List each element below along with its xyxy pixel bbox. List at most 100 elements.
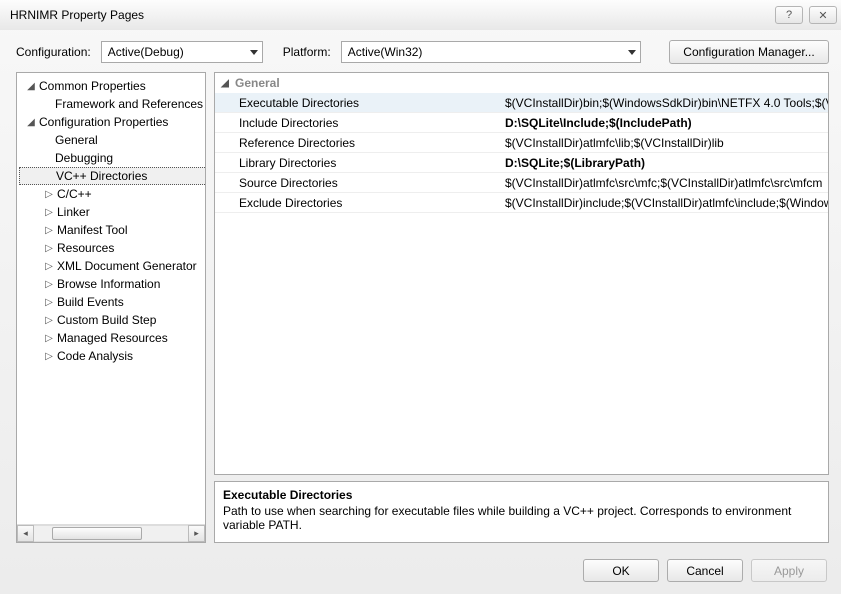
grid-row[interactable]: Reference Directories$(VCInstallDir)atlm… — [215, 133, 828, 153]
ok-label: OK — [612, 564, 629, 578]
expand-icon: ▷ — [43, 351, 55, 362]
tree-panel[interactable]: ◢Common Properties Framework and Referen… — [16, 72, 206, 543]
tree-ccpp[interactable]: ▷C/C++ — [19, 185, 206, 203]
grid-group-general[interactable]: ◢ General — [215, 73, 828, 93]
grid-row[interactable]: Source Directories$(VCInstallDir)atlmfc\… — [215, 173, 828, 193]
titlebar: HRNIMR Property Pages ? ✕ — [0, 0, 841, 30]
property-pages-window: HRNIMR Property Pages ? ✕ Configuration:… — [0, 0, 841, 594]
tree-label: Linker — [57, 205, 90, 219]
tree-vcpp-directories[interactable]: VC++ Directories — [19, 167, 206, 185]
description-box: Executable Directories Path to use when … — [214, 481, 829, 543]
chevron-down-icon — [250, 50, 258, 55]
grid-row[interactable]: Library DirectoriesD:\SQLite;$(LibraryPa… — [215, 153, 828, 173]
scroll-track[interactable] — [34, 525, 188, 542]
grid-key: Library Directories — [215, 156, 505, 170]
tree-code-analysis[interactable]: ▷Code Analysis — [19, 347, 206, 365]
tree-label: Resources — [57, 241, 114, 255]
tree-h-scrollbar[interactable]: ◂ ▸ — [17, 524, 205, 542]
tree-label: Browse Information — [57, 277, 160, 291]
tree-common-properties[interactable]: ◢Common Properties — [19, 77, 206, 95]
grid-value[interactable]: $(VCInstallDir)include;$(VCInstallDir)at… — [505, 196, 828, 210]
configuration-combo[interactable]: Active(Debug) — [101, 41, 263, 63]
expand-icon: ▷ — [43, 297, 55, 308]
grid-key: Executable Directories — [215, 96, 505, 110]
scroll-right-icon[interactable]: ▸ — [188, 525, 205, 542]
platform-combo[interactable]: Active(Win32) — [341, 41, 641, 63]
tree-label: Common Properties — [39, 79, 146, 93]
platform-value: Active(Win32) — [348, 45, 423, 59]
tree-linker[interactable]: ▷Linker — [19, 203, 206, 221]
body-area: ◢Common Properties Framework and Referen… — [0, 70, 841, 551]
description-heading: Executable Directories — [223, 488, 820, 502]
apply-label: Apply — [774, 564, 804, 578]
grid-row[interactable]: Exclude Directories$(VCInstallDir)includ… — [215, 193, 828, 213]
cancel-label: Cancel — [686, 564, 723, 578]
configuration-manager-button[interactable]: Configuration Manager... — [669, 40, 829, 64]
window-title: HRNIMR Property Pages — [10, 8, 144, 22]
tree-label: Manifest Tool — [57, 223, 127, 237]
grid-value[interactable]: $(VCInstallDir)atlmfc\src\mfc;$(VCInstal… — [505, 176, 828, 190]
tree-framework-references[interactable]: Framework and References — [19, 95, 206, 113]
close-icon: ✕ — [818, 9, 827, 22]
cancel-button[interactable]: Cancel — [667, 559, 743, 582]
tree-debugging[interactable]: Debugging — [19, 149, 206, 167]
collapse-icon: ◢ — [25, 117, 37, 128]
expand-icon: ▷ — [43, 189, 55, 200]
expand-icon: ▷ — [43, 261, 55, 272]
tree-label: C/C++ — [57, 187, 92, 201]
grid-key: Reference Directories — [215, 136, 505, 150]
expand-icon: ▷ — [43, 279, 55, 290]
configuration-value: Active(Debug) — [108, 45, 184, 59]
grid-key: Exclude Directories — [215, 196, 505, 210]
tree-managed-resources[interactable]: ▷Managed Resources — [19, 329, 206, 347]
expand-icon: ▷ — [43, 315, 55, 326]
tree-resources[interactable]: ▷Resources — [19, 239, 206, 257]
description-text: Path to use when searching for executabl… — [223, 504, 820, 532]
tree-general[interactable]: General — [19, 131, 206, 149]
grid-value[interactable]: $(VCInstallDir)bin;$(WindowsSdkDir)bin\N… — [505, 96, 828, 110]
tree-xml-doc-gen[interactable]: ▷XML Document Generator — [19, 257, 206, 275]
tree-label: Framework and References — [55, 97, 203, 111]
tree-label: XML Document Generator — [57, 259, 197, 273]
expand-icon: ▷ — [43, 243, 55, 254]
grid-row[interactable]: Include DirectoriesD:\SQLite\Include;$(I… — [215, 113, 828, 133]
tree-label: General — [55, 133, 98, 147]
dialog-buttons: OK Cancel Apply — [0, 551, 841, 594]
grid-row[interactable]: Executable Directories$(VCInstallDir)bin… — [215, 93, 828, 113]
tree-label: VC++ Directories — [56, 169, 147, 183]
tree-label: Managed Resources — [57, 331, 168, 345]
tree-label: Debugging — [55, 151, 113, 165]
right-panel: ◢ General Executable Directories$(VCInst… — [214, 72, 829, 543]
tree-manifest-tool[interactable]: ▷Manifest Tool — [19, 221, 206, 239]
tree-configuration-properties[interactable]: ◢Configuration Properties — [19, 113, 206, 131]
expand-icon: ▷ — [43, 333, 55, 344]
grid-value[interactable]: D:\SQLite;$(LibraryPath) — [505, 156, 828, 170]
configuration-manager-label: Configuration Manager... — [683, 45, 814, 59]
property-grid[interactable]: ◢ General Executable Directories$(VCInst… — [214, 72, 829, 475]
ok-button[interactable]: OK — [583, 559, 659, 582]
tree-custom-build-step[interactable]: ▷Custom Build Step — [19, 311, 206, 329]
scroll-thumb[interactable] — [52, 527, 142, 540]
help-button[interactable]: ? — [775, 6, 803, 24]
grid-value[interactable]: D:\SQLite\Include;$(IncludePath) — [505, 116, 828, 130]
tree-label: Configuration Properties — [39, 115, 168, 129]
tree-label: Build Events — [57, 295, 124, 309]
apply-button[interactable]: Apply — [751, 559, 827, 582]
tree-browse-info[interactable]: ▷Browse Information — [19, 275, 206, 293]
collapse-icon: ◢ — [25, 81, 37, 92]
titlebar-buttons: ? ✕ — [775, 6, 837, 24]
tree-label: Custom Build Step — [57, 313, 156, 327]
config-row: Configuration: Active(Debug) Platform: A… — [0, 30, 841, 70]
scroll-left-icon[interactable]: ◂ — [17, 525, 34, 542]
expand-icon: ▷ — [43, 225, 55, 236]
tree-label: Code Analysis — [57, 349, 133, 363]
expand-icon: ▷ — [43, 207, 55, 218]
close-button[interactable]: ✕ — [809, 6, 837, 24]
grid-value[interactable]: $(VCInstallDir)atlmfc\lib;$(VCInstallDir… — [505, 136, 828, 150]
grid-group-label: General — [235, 76, 280, 90]
chevron-down-icon — [628, 50, 636, 55]
collapse-icon: ◢ — [219, 78, 231, 89]
platform-label: Platform: — [283, 45, 331, 59]
grid-key: Include Directories — [215, 116, 505, 130]
tree-build-events[interactable]: ▷Build Events — [19, 293, 206, 311]
